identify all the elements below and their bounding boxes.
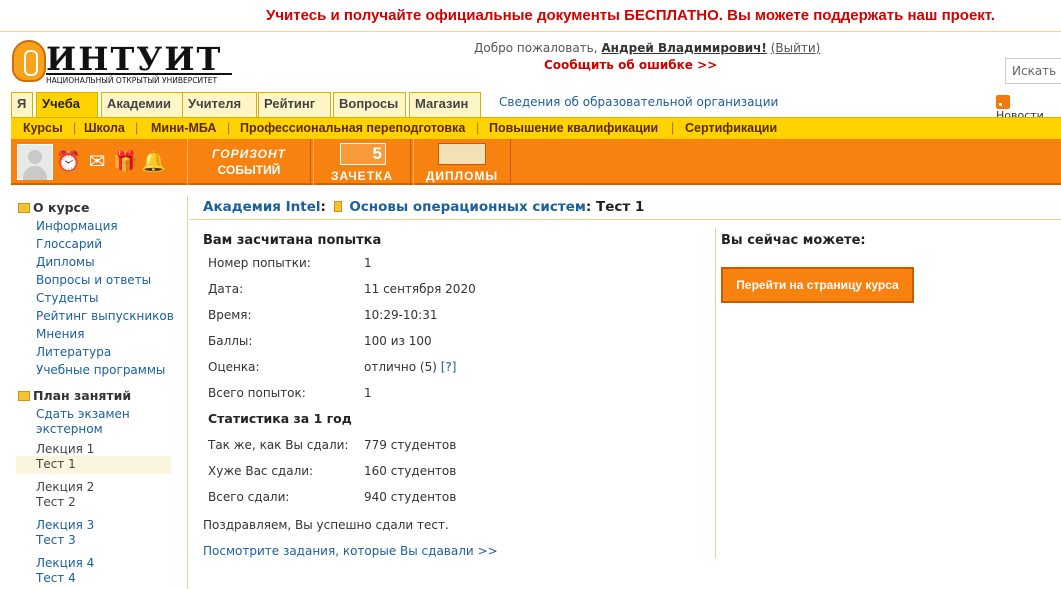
congrats-text: Поздравляем, Вы успешно сдали тест.	[203, 518, 449, 532]
rss-icon	[996, 95, 1010, 109]
events-horizon-button[interactable]: ГОРИЗОНТ СОБЫТИЙ	[187, 139, 311, 185]
worse-score-label: Хуже Вас сдали:	[208, 464, 314, 478]
report-error-link[interactable]: Сообщить об ошибке >>	[544, 58, 717, 72]
promo-banner-text[interactable]: Учитесь и получайте официальные документ…	[266, 7, 995, 24]
breadcrumb-current: Тест 1	[596, 199, 645, 215]
sub-navigation: Курсы | Школа | Мини-МБА | Профессиональ…	[11, 117, 1061, 139]
user-toolbar: ⏰ ✉ 🎁 🔔 ГОРИЗОНТ СОБЫТИЙ 5 ЗАЧЕТКА ДИПЛО…	[11, 139, 1061, 185]
sidebar-item-test-1[interactable]: Тест 1	[36, 457, 76, 471]
score-value: 100 из 100	[364, 334, 432, 348]
sidebar-item-external-exam-2[interactable]: экстерном	[36, 422, 103, 436]
bell-icon[interactable]: 🔔	[141, 149, 166, 173]
view-tasks-link[interactable]: Посмотрите задания, которые Вы сдавали >…	[203, 544, 498, 558]
sidebar-item-glossary[interactable]: Глоссарий	[36, 237, 102, 251]
grade-value: отлично (5) [?]	[364, 360, 457, 374]
subnav-mini-mba[interactable]: Мини-МБА	[151, 121, 216, 135]
breadcrumb-course[interactable]: Основы операционных систем	[349, 199, 586, 215]
date-value: 11 сентября 2020	[364, 282, 476, 296]
envelope-icon[interactable]: ✉	[85, 149, 109, 173]
edu-info-link[interactable]: Сведения об образовательной организации	[499, 95, 778, 109]
time-label: Время:	[208, 308, 252, 322]
gift-icon[interactable]: 🎁	[113, 149, 138, 173]
tab-academies[interactable]: Академии	[101, 92, 186, 117]
go-to-course-button[interactable]: Перейти на страницу курса	[721, 267, 914, 303]
breadcrumb: Академия Intel: Основы операционных сист…	[203, 199, 645, 215]
grade-help-link[interactable]: [?]	[441, 360, 457, 374]
stats-title: Статистика за 1 год	[208, 411, 352, 426]
diplomas-button[interactable]: ДИПЛОМЫ	[413, 139, 511, 185]
logo-subtitle: НАЦИОНАЛЬНЫЙ ОТКРЫТЫЙ УНИВЕРСИТЕТ	[46, 73, 232, 85]
sidebar-item-graduates-rating[interactable]: Рейтинг выпускников	[36, 309, 174, 323]
sidebar-item-students[interactable]: Студенты	[36, 291, 98, 305]
attempt-number-label: Номер попытки:	[208, 256, 311, 270]
welcome-text: Добро пожаловать, Андрей Владимирович! (…	[474, 41, 821, 55]
book-icon	[333, 201, 342, 212]
time-value: 10:29-10:31	[364, 308, 438, 322]
divider	[190, 219, 1061, 220]
sidebar-item-test-4[interactable]: Тест 4	[36, 571, 76, 585]
tab-rating[interactable]: Рейтинг	[258, 92, 331, 117]
total-attempts-value: 1	[364, 386, 372, 400]
sidebar-item-lecture-3[interactable]: Лекция 3	[36, 518, 94, 532]
folder-icon	[18, 203, 30, 213]
gradebook-button[interactable]: 5 ЗАЧЕТКА	[313, 139, 411, 185]
attempt-number-value: 1	[364, 256, 372, 270]
owl-logo-icon	[12, 40, 46, 82]
date-label: Дата:	[208, 282, 244, 296]
subnav-retraining[interactable]: Профессиональная переподготовка	[240, 121, 465, 135]
intuit-logo[interactable]: ИНТУИТ НАЦИОНАЛЬНЫЙ ОТКРЫТЫЙ УНИВЕРСИТЕТ	[12, 40, 232, 86]
grade-label: Оценка:	[208, 360, 260, 374]
sidebar-item-test-2[interactable]: Тест 2	[36, 495, 76, 509]
sidebar-item-diplomas[interactable]: Дипломы	[36, 255, 95, 269]
sidebar-item-reviews[interactable]: Мнения	[36, 327, 84, 341]
avatar[interactable]	[17, 144, 53, 180]
sidebar-item-external-exam[interactable]: Сдать экзамен	[36, 407, 130, 421]
sidebar-item-lecture-2[interactable]: Лекция 2	[36, 480, 94, 494]
logout-link[interactable]: (Выйти)	[771, 41, 821, 55]
sidebar-item-lecture-1[interactable]: Лекция 1	[36, 442, 94, 456]
alarm-clock-icon[interactable]: ⏰	[56, 149, 81, 173]
total-attempts-label: Всего попыток:	[208, 386, 306, 400]
promo-banner[interactable]: Учитесь и получайте официальные документ…	[0, 0, 1061, 32]
tab-study[interactable]: Учеба	[36, 92, 98, 117]
subnav-school[interactable]: Школа	[84, 121, 125, 135]
total-passed-value: 940 студентов	[364, 490, 457, 504]
course-sidebar: О курсе Информация Глоссарий Дипломы Воп…	[0, 196, 188, 589]
same-score-value: 779 студентов	[364, 438, 457, 452]
tab-questions[interactable]: Вопросы	[333, 92, 406, 117]
actions-title: Вы сейчас можете:	[721, 233, 866, 248]
diploma-icon	[438, 143, 486, 165]
breadcrumb-academy[interactable]: Академия Intel	[203, 199, 321, 215]
sidebar-item-faq[interactable]: Вопросы и ответы	[36, 273, 151, 287]
tab-me[interactable]: Я	[11, 92, 33, 117]
worse-score-value: 160 студентов	[364, 464, 457, 478]
same-score-label: Так же, как Вы сдали:	[208, 438, 349, 452]
sidebar-item-lecture-4[interactable]: Лекция 4	[36, 556, 94, 570]
about-course-heading[interactable]: О курсе	[18, 200, 89, 215]
sidebar-item-info[interactable]: Информация	[36, 219, 118, 233]
column-divider	[715, 228, 716, 558]
tab-teachers[interactable]: Учителя	[182, 92, 257, 117]
sidebar-item-programs[interactable]: Учебные программы	[36, 363, 165, 377]
subnav-courses[interactable]: Курсы	[23, 121, 63, 135]
subnav-qualification[interactable]: Повышение квалификации	[489, 121, 658, 135]
result-title: Вам засчитана попытка	[203, 233, 382, 248]
score-label: Баллы:	[208, 334, 253, 348]
search-input[interactable]: Искать	[1005, 58, 1061, 84]
total-passed-label: Всего сдали:	[208, 490, 290, 504]
gradebook-icon: 5	[340, 143, 386, 165]
folder-icon	[18, 391, 30, 401]
subnav-certification[interactable]: Сертификации	[685, 121, 777, 135]
sidebar-item-literature[interactable]: Литература	[36, 345, 111, 359]
lesson-plan-heading[interactable]: План занятий	[18, 388, 131, 403]
user-name-link[interactable]: Андрей Владимирович!	[601, 41, 766, 55]
tab-shop[interactable]: Магазин	[409, 92, 481, 117]
sidebar-item-test-3[interactable]: Тест 3	[36, 533, 76, 547]
